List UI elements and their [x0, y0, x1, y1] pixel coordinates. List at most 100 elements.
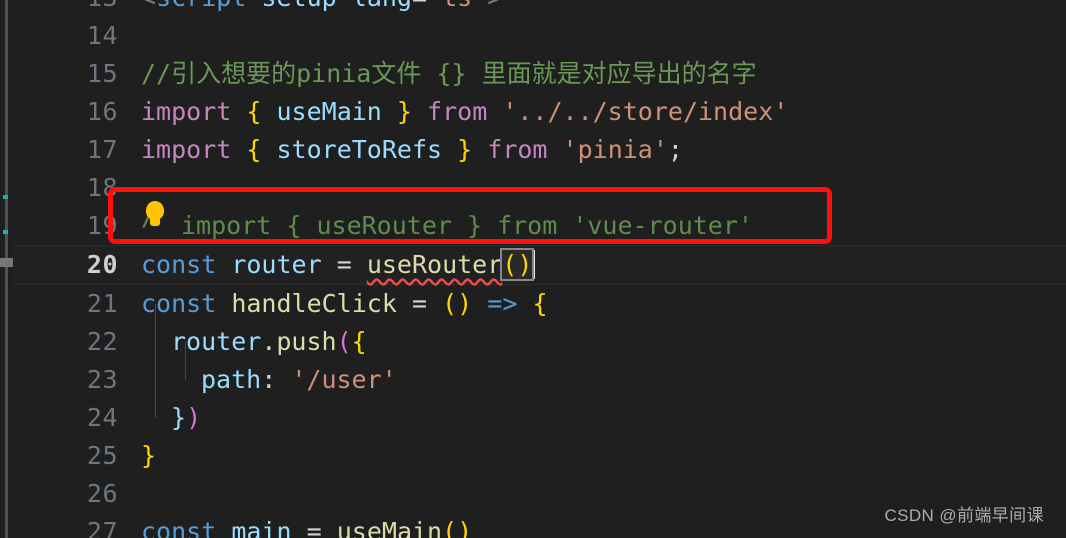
token-paren-close: ) — [186, 403, 202, 432]
text-cursor — [533, 250, 536, 279]
token-from: from — [487, 135, 548, 164]
line-number: 15 — [86, 59, 118, 88]
line-number-active: 20 — [86, 250, 118, 279]
editor-line-17[interactable]: 17 import { storeToRefs } from 'pinia'; — [13, 131, 1066, 169]
token-equals: = — [336, 250, 352, 279]
token-function-useMain: useMain — [336, 517, 443, 538]
line-number: 17 — [86, 135, 118, 164]
overview-ruler-marker — [3, 195, 8, 199]
token-key-path: path — [201, 365, 262, 394]
line-content-17: import { storeToRefs } from 'pinia'; — [141, 131, 1066, 169]
line-number: 18 — [86, 173, 118, 202]
token-semicolon: ; — [667, 135, 683, 164]
token-brace-open: { — [246, 135, 262, 164]
editor-line-23[interactable]: 23 path: '/user' — [13, 361, 1066, 399]
token-attr-value: "ts" — [427, 0, 487, 12]
token-attr-setup: setup — [261, 0, 336, 12]
line-content-16: import { useMain } from '../../store/ind… — [141, 93, 1066, 131]
token-lt: < — [141, 0, 156, 12]
editor-line-22[interactable]: 22 router.push({ — [13, 323, 1066, 361]
overview-ruler-marker — [3, 230, 8, 234]
scrollbar-thumb[interactable] — [0, 258, 14, 267]
token-comment: //引入想要的pinia文件 {} 里面就是对应导出的名字 — [141, 59, 757, 88]
editor-line-24[interactable]: 24 }) — [13, 399, 1066, 437]
token-brace-open: { — [246, 97, 262, 126]
token-identifier-router: router — [231, 250, 322, 279]
token-module-path: '../../store/index' — [502, 97, 789, 126]
token-attr-lang: lang — [352, 0, 412, 12]
token-equals: = — [306, 517, 322, 538]
line-content-19-suggestion: import { useRouter } from 'vue-router' — [181, 207, 1066, 245]
line-content-24: }) — [171, 399, 1066, 437]
code-editor-screenshot: 13 <script setup lang="ts"> 14 15 //引入想要… — [0, 0, 1066, 538]
line-content-21: const handleClick = () => { — [141, 285, 1066, 323]
token-identifier: storeToRefs — [276, 135, 443, 164]
token-brace-open: { — [532, 289, 548, 318]
watermark-text: CSDN @前端早间课 — [884, 506, 1044, 525]
token-equals: = — [411, 289, 428, 318]
token-brace-close: } — [171, 403, 187, 432]
token-method-push: push — [276, 327, 337, 356]
token-import: import — [141, 97, 232, 126]
line-content-23: path: '/user' — [201, 361, 1066, 399]
token-gt: > — [487, 0, 502, 12]
line-number: 19 — [86, 211, 118, 240]
editor-line-18[interactable]: 18 — [13, 169, 1066, 207]
token-string-user-path: '/user' — [291, 365, 397, 394]
editor-line-25[interactable]: 25 } — [13, 437, 1066, 475]
token-parens: () — [442, 289, 473, 318]
line-content-15: //引入想要的pinia文件 {} 里面就是对应导出的名字 — [141, 55, 1066, 93]
lightbulb-icon[interactable]: / — [141, 201, 169, 231]
line-content-13: <script setup lang="ts"> — [141, 0, 1066, 17]
editor-left-border — [5, 0, 8, 538]
token-identifier: useMain — [276, 97, 382, 126]
editor-line-19[interactable]: 19 import { useRouter } from 'vue-router… — [13, 207, 1066, 245]
token-identifier-main: main — [231, 517, 292, 538]
token-const: const — [141, 289, 217, 318]
line-number: 16 — [86, 97, 118, 126]
line-content-22: router.push({ — [171, 323, 1066, 361]
token-const: const — [141, 250, 217, 279]
line-content-25: } — [141, 437, 1066, 475]
editor-line-13[interactable]: 13 <script setup lang="ts"> — [13, 0, 1066, 17]
token-identifier-handleClick: handleClick — [231, 289, 397, 318]
line-number: 22 — [86, 327, 118, 356]
editor-line-15[interactable]: 15 //引入想要的pinia文件 {} 里面就是对应导出的名字 — [13, 55, 1066, 93]
token-equals: = — [412, 0, 427, 12]
token-brace-open: { — [351, 327, 367, 356]
line-content-20: const router = useRouter() — [141, 246, 1066, 284]
editor-line-16[interactable]: 16 import { useMain } from '../../store/… — [13, 93, 1066, 131]
token-parens: () — [442, 517, 473, 538]
line-number: 14 — [86, 21, 118, 50]
editor-line-21[interactable]: 21 const handleClick = () => { — [13, 285, 1066, 323]
token-paren-open: ( — [336, 327, 352, 356]
line-number: 21 — [86, 289, 118, 318]
token-dot: . — [261, 327, 277, 356]
token-arrow: => — [487, 289, 518, 318]
token-import: import — [141, 135, 232, 164]
token-brace-close: } — [396, 97, 412, 126]
editor-line-20[interactable]: 20 const router = useRouter() — [13, 245, 1066, 285]
token-brace-close: } — [141, 441, 157, 470]
token-brace-close: } — [457, 135, 473, 164]
editor-content[interactable]: 13 <script setup lang="ts"> 14 15 //引入想要… — [13, 0, 1066, 538]
line-number: 23 — [86, 365, 118, 394]
line-number: 24 — [86, 403, 118, 432]
lightbulb-base — [150, 217, 160, 226]
editor-line-14[interactable]: 14 — [13, 17, 1066, 55]
token-module-path: 'pinia' — [562, 135, 668, 164]
token-from: from — [427, 97, 488, 126]
token-object-router: router — [171, 327, 262, 356]
token-ghost-suggestion: import { useRouter } from 'vue-router' — [181, 211, 753, 240]
line-number: 27 — [86, 517, 118, 538]
line-number: 26 — [86, 479, 118, 508]
line-number: 25 — [86, 441, 118, 470]
token-colon: : — [261, 365, 277, 394]
line-number: 13 — [13, 0, 118, 17]
token-parens-matched: () — [500, 248, 535, 281]
token-const: const — [141, 517, 217, 538]
token-function-useRouter: useRouter — [366, 250, 503, 279]
token-tag-name: script — [156, 0, 246, 12]
